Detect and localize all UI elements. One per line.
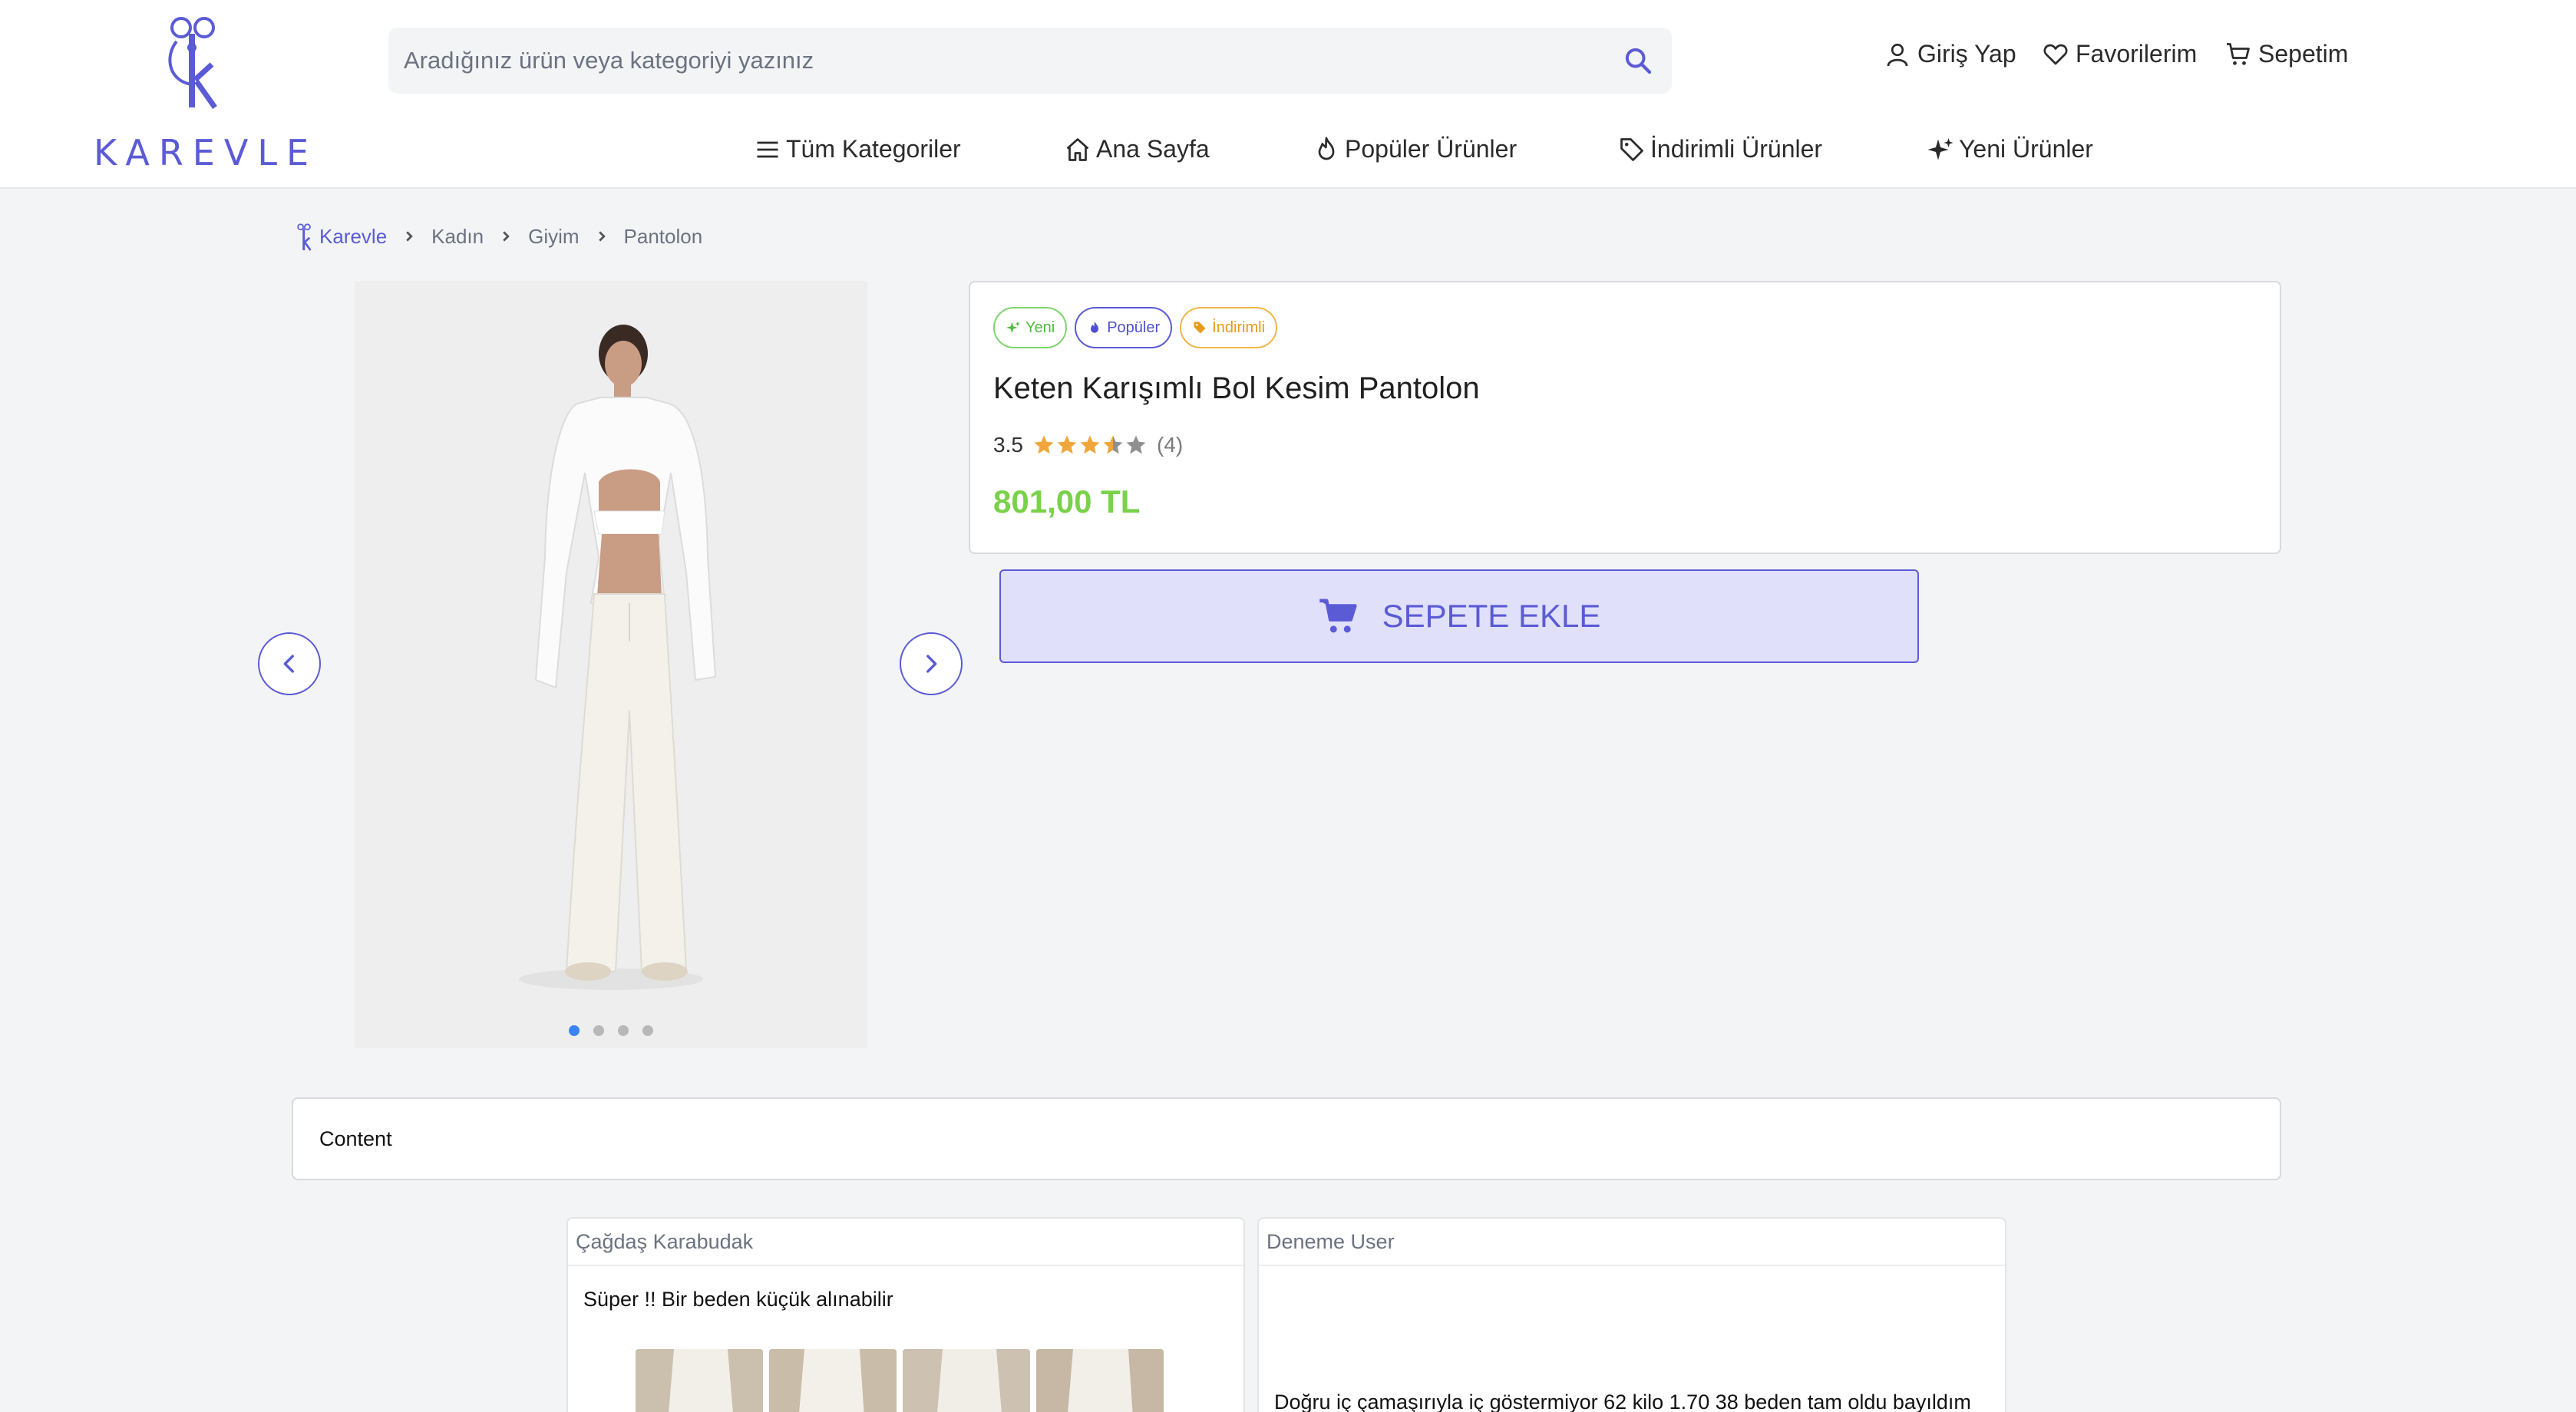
breadcrumb-item[interactable]: Giyim <box>528 225 579 249</box>
menu-icon <box>757 141 778 157</box>
flame-icon <box>1091 321 1099 333</box>
breadcrumb-home-label: Karevle <box>319 224 388 248</box>
nav-all-categories-label: Tüm Kategoriler <box>786 135 961 163</box>
favorites-label: Favorilerim <box>2076 40 2198 68</box>
product-info-card: Yeni Popüler İndirimli Keten Karışımlı B… <box>969 281 2281 554</box>
koala-logo-icon <box>297 223 312 251</box>
review-author: Deneme User <box>1259 1219 2005 1266</box>
star-filled-icon <box>1057 435 1077 454</box>
review-photo-thumbnail[interactable] <box>636 1349 763 1412</box>
popular-badge-label: Popüler <box>1107 318 1161 336</box>
cart-link[interactable]: Sepetim <box>2224 40 2348 68</box>
star-filled-icon <box>1034 435 1054 454</box>
nav-discounted-label: İndirimli Ürünler <box>1650 135 1823 163</box>
chevron-right-icon <box>598 231 606 242</box>
gallery-prev-button[interactable] <box>258 632 321 695</box>
review-photo <box>636 1349 763 1412</box>
add-to-cart-label: SEPETE EKLE <box>1382 598 1601 634</box>
gallery-pagination <box>355 1025 867 1036</box>
chevron-right-icon <box>926 655 937 673</box>
product-rating[interactable]: 3.5 (4) <box>993 433 1183 457</box>
site-header: KAREVLE Giriş Yap Favorilerim Sepetim Tü… <box>0 0 2576 189</box>
discount-badge: İndirimli <box>1180 307 1278 348</box>
review-card: Deneme User Doğru iç çamaşırıyla iç göst… <box>1257 1217 2006 1412</box>
review-photo <box>1036 1349 1164 1412</box>
discount-badge-label: İndirimli <box>1212 318 1266 336</box>
product-title: Keten Karışımlı Bol Kesim Pantolon <box>993 371 1480 405</box>
review-photos <box>636 1349 1164 1412</box>
flame-icon <box>1318 137 1335 160</box>
chevron-right-icon <box>406 231 413 242</box>
product-image-gallery[interactable] <box>355 281 867 1048</box>
login-label: Giriş Yap <box>1917 40 2016 68</box>
home-icon <box>1066 137 1089 161</box>
content-accordion[interactable]: Content <box>292 1097 2281 1180</box>
review-photo <box>769 1349 897 1412</box>
review-card: Çağdaş Karabudak Süper !! Bir beden küçü… <box>566 1217 1245 1412</box>
rating-value: 3.5 <box>993 433 1023 457</box>
nav-home[interactable]: Ana Sayfa <box>1064 135 1210 163</box>
nav-all-categories[interactable]: Tüm Kategoriler <box>754 135 961 163</box>
koala-logo-icon[interactable] <box>161 11 224 109</box>
sparkles-icon <box>1006 321 1021 334</box>
add-to-cart-button[interactable]: SEPETE EKLE <box>999 569 1919 663</box>
tag-icon <box>1194 322 1206 334</box>
review-count: (4) <box>1156 433 1184 457</box>
star-filled-icon <box>1080 435 1100 454</box>
new-badge: Yeni <box>993 307 1068 348</box>
nav-new[interactable]: Yeni Ürünler <box>1927 135 2093 163</box>
review-text: Süper !! Bir beden küçük alınabilir <box>583 1288 893 1311</box>
cart-label: Sepetim <box>2258 40 2349 68</box>
popular-badge: Popüler <box>1075 307 1173 348</box>
cart-icon <box>1319 599 1357 633</box>
breadcrumb: Karevle Kadın Giyim Pantolon <box>295 219 702 253</box>
search-input[interactable] <box>404 47 1623 74</box>
review-author: Çağdaş Karabudak <box>568 1219 1243 1266</box>
login-link[interactable]: Giriş Yap <box>1884 40 2016 68</box>
heart-icon <box>2043 44 2068 64</box>
gallery-dot[interactable] <box>569 1025 580 1036</box>
favorites-link[interactable]: Favorilerim <box>2042 40 2197 68</box>
new-badge-label: Yeni <box>1025 318 1055 336</box>
breadcrumb-home[interactable]: Karevle <box>295 221 387 252</box>
nav-home-label: Ana Sayfa <box>1096 135 1210 163</box>
rating-stars <box>1032 434 1148 457</box>
product-photo <box>355 281 867 1048</box>
star-empty-icon <box>1126 435 1146 454</box>
search-icon[interactable] <box>1623 45 1653 76</box>
search-bar[interactable] <box>388 28 1672 94</box>
nav-popular-label: Popüler Ürünler <box>1345 135 1518 163</box>
nav-popular[interactable]: Popüler Ürünler <box>1313 135 1517 163</box>
chevron-right-icon <box>503 231 510 242</box>
review-photo-thumbnail[interactable] <box>903 1349 1030 1412</box>
product-price: 801,00 TL <box>993 483 1141 520</box>
review-text: Doğru iç çamaşırıyla iç göstermiyor 62 k… <box>1274 1391 1971 1412</box>
chevron-left-icon <box>283 655 294 673</box>
breadcrumb-item[interactable]: Kadın <box>431 225 484 249</box>
review-photo <box>903 1349 1030 1412</box>
content-accordion-label: Content <box>319 1127 392 1150</box>
tag-icon <box>1620 137 1643 161</box>
gallery-dot[interactable] <box>593 1025 604 1036</box>
nav-new-label: Yeni Ürünler <box>1959 135 2093 163</box>
review-photo-thumbnail[interactable] <box>769 1349 897 1412</box>
gallery-dot[interactable] <box>618 1025 629 1036</box>
gallery-dot[interactable] <box>642 1025 653 1036</box>
review-photo-thumbnail[interactable] <box>1036 1349 1164 1412</box>
gallery-next-button[interactable] <box>900 632 963 695</box>
cart-icon <box>2227 42 2250 65</box>
product-badges: Yeni Popüler İndirimli <box>993 307 1278 348</box>
star-half-icon <box>1103 435 1123 454</box>
brand-logo-text[interactable]: KAREVLE <box>94 132 309 173</box>
breadcrumb-item[interactable]: Pantolon <box>624 225 703 249</box>
nav-discounted[interactable]: İndirimli Ürünler <box>1618 135 1822 163</box>
sparkles-icon <box>1927 137 1953 160</box>
user-icon <box>1887 43 1908 66</box>
